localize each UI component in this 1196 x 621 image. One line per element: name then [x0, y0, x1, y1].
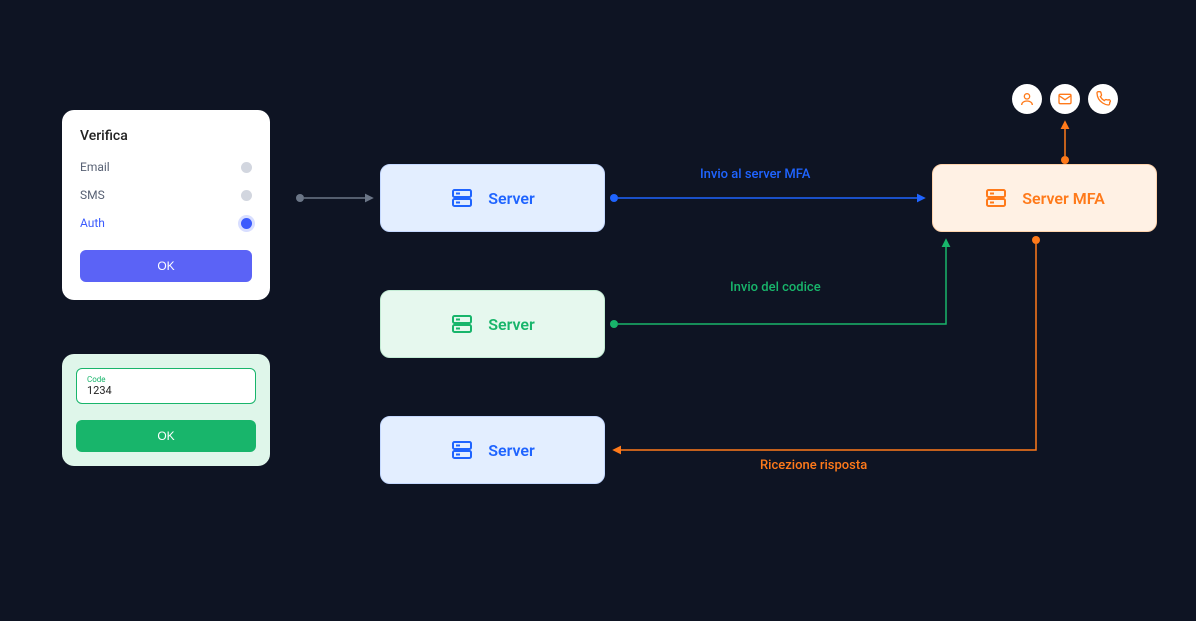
server-box-3: Server	[380, 416, 605, 484]
radio-icon	[241, 218, 252, 229]
channel-email-icon	[1050, 84, 1080, 114]
channel-user-icon	[1012, 84, 1042, 114]
mail-icon	[1057, 91, 1073, 107]
verify-option-label: SMS	[80, 188, 105, 202]
code-card: Code 1234 OK	[62, 354, 270, 466]
verify-option-label: Auth	[80, 216, 105, 230]
code-ok-button[interactable]: OK	[76, 420, 256, 452]
user-icon	[1019, 91, 1035, 107]
flow-label-to-mfa: Invio al server MFA	[700, 167, 810, 182]
channel-phone-icon	[1088, 84, 1118, 114]
server-box-1: Server	[380, 164, 605, 232]
server-label: Server	[488, 315, 535, 334]
server-box-2: Server	[380, 290, 605, 358]
server-label: Server	[488, 441, 535, 460]
server-label: Server MFA	[1022, 189, 1105, 208]
code-input[interactable]: Code 1234	[76, 368, 256, 404]
server-icon	[450, 312, 474, 336]
phone-icon	[1095, 91, 1111, 107]
verify-card: Verifica Email SMS Auth OK	[62, 110, 270, 300]
verify-option-label: Email	[80, 160, 110, 174]
server-icon	[450, 186, 474, 210]
server-icon	[984, 186, 1008, 210]
server-label: Server	[488, 189, 535, 208]
verify-option-auth[interactable]: Auth	[80, 216, 252, 230]
code-value: 1234	[87, 384, 245, 397]
verify-option-email[interactable]: Email	[80, 160, 252, 174]
flow-label-send-code: Invio del codice	[730, 280, 821, 295]
radio-icon	[241, 190, 252, 201]
server-mfa-box: Server MFA	[932, 164, 1157, 232]
server-icon	[450, 438, 474, 462]
verify-option-sms[interactable]: SMS	[80, 188, 252, 202]
verify-title: Verifica	[80, 128, 252, 144]
flow-label-receive: Ricezione risposta	[760, 458, 867, 473]
code-label: Code	[87, 375, 245, 384]
verify-ok-button[interactable]: OK	[80, 250, 252, 282]
radio-icon	[241, 162, 252, 173]
